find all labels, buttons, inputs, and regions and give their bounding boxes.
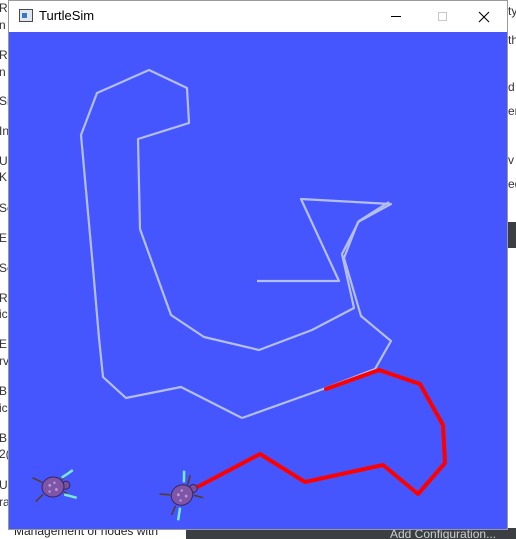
bg-fragment: In — [0, 124, 8, 138]
bg-fragment: n — [0, 65, 6, 79]
red-trail — [184, 368, 447, 496]
bg-fragment: rv — [0, 354, 8, 368]
bg-fragment: ra — [0, 495, 8, 509]
minimize-button[interactable] — [373, 1, 419, 32]
turtle-2[interactable] — [156, 469, 207, 522]
bg-fragment: d — [508, 80, 515, 94]
close-icon — [478, 11, 490, 22]
window-title: TurtleSim — [39, 8, 95, 23]
bg-fragment: ed — [508, 177, 516, 191]
bg-fragment: B — [0, 431, 8, 445]
bg-fragment: ic — [0, 307, 8, 321]
bg-fragment: R — [0, 48, 8, 62]
minimize-icon — [391, 16, 401, 17]
bg-fragment: v — [508, 153, 514, 167]
background-left-text: R n R n Si In U K Sc E Sc R ic E rv B ic… — [0, 0, 8, 539]
bg-fragment: ty — [508, 4, 516, 18]
background-right-text: ty th d er v ed — [508, 0, 516, 539]
bg-fragment: th — [508, 33, 516, 47]
bg-fragment: U — [0, 478, 8, 492]
bg-fragment: B — [0, 384, 8, 398]
turtlesim-window[interactable]: TurtleSim — [8, 0, 508, 530]
bg-fragment: R — [0, 291, 8, 305]
light-trail — [241, 197, 393, 420]
bg-fragment: ic — [0, 401, 8, 415]
bg-fragment: n — [0, 18, 6, 32]
bg-fragment: U — [0, 154, 8, 168]
title-bar[interactable]: TurtleSim — [9, 1, 507, 32]
bg-fragment: er — [508, 104, 516, 118]
maximize-button[interactable] — [419, 1, 465, 32]
bg-fragment: E — [0, 337, 8, 351]
bg-fragment: R — [0, 1, 8, 15]
turtle-1[interactable] — [32, 469, 78, 503]
app-window-icon — [19, 9, 33, 22]
bg-fragment: Sc — [0, 201, 8, 215]
light-trail-curve — [79, 68, 390, 419]
bg-fragment: 2( — [0, 447, 8, 461]
bg-fragment: K — [0, 170, 8, 184]
canvas-drawing — [32, 68, 447, 522]
bg-fragment: E — [0, 231, 8, 245]
turtle-canvas[interactable] — [9, 32, 507, 529]
bg-fragment: Sc — [0, 261, 8, 275]
close-button[interactable] — [461, 1, 507, 32]
bg-fragment: Si — [0, 94, 8, 108]
maximize-icon — [437, 12, 447, 21]
background-dark-strip — [508, 222, 516, 248]
